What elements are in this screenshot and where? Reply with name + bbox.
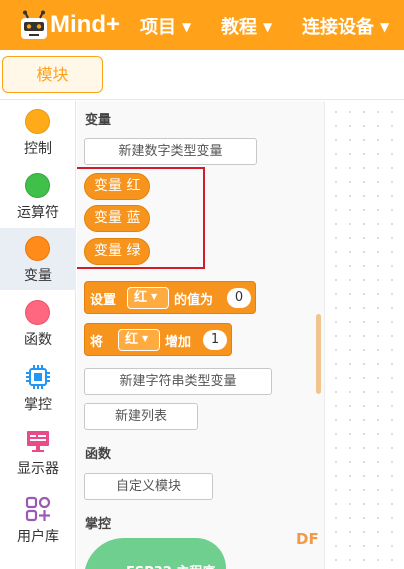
- category-label: 函数: [24, 332, 52, 348]
- block-palette: 变量 新建数字类型变量 变量 红 变量 蓝 变量 绿 设置 红 ▼ 的值为 0 将…: [77, 101, 324, 569]
- section-title-functions: 函数: [85, 447, 112, 462]
- top-menu-bar: Mind+ 项目 ▼ 教程 ▼ 连接设备 ▼: [0, 0, 404, 50]
- category-label: 掌控: [24, 397, 52, 413]
- control-dot-icon: [25, 109, 50, 134]
- esp32-main-program-block[interactable]: ESP32 主程序: [84, 538, 226, 569]
- menu-connect-device-label: 连接设备: [302, 17, 374, 38]
- section-title-controller: 掌控: [85, 517, 112, 532]
- caret-down-icon: ▼: [380, 20, 390, 34]
- category-display[interactable]: 显示器: [0, 421, 76, 483]
- category-label: 控制: [24, 141, 52, 157]
- mind-plus-logo[interactable]: Mind+: [16, 10, 122, 42]
- category-functions[interactable]: 函数: [0, 292, 76, 354]
- operators-dot-icon: [25, 173, 50, 198]
- variables-dot-icon: [25, 236, 50, 261]
- menu-project-label: 项目: [140, 17, 176, 38]
- category-controller[interactable]: 掌控: [0, 357, 76, 419]
- category-operators[interactable]: 运算符: [0, 165, 76, 227]
- new-number-variable-button[interactable]: 新建数字类型变量: [84, 138, 257, 165]
- variable-reporter-blue[interactable]: 变量 蓝: [84, 205, 151, 232]
- tab-blocks[interactable]: 模块: [2, 56, 103, 93]
- category-control[interactable]: 控制: [0, 101, 76, 163]
- chip-icon: [26, 365, 50, 389]
- caret-down-icon: ▼: [263, 20, 273, 34]
- change-block-prefix: 将: [90, 335, 104, 350]
- dropdown-caret-icon: ▼: [151, 292, 158, 301]
- section-title-variables: 变量: [85, 113, 112, 128]
- change-value-input[interactable]: 1: [203, 330, 227, 350]
- set-variable-block[interactable]: 设置 红 ▼ 的值为 0: [84, 281, 256, 314]
- variable-reporter-green[interactable]: 变量 绿: [84, 238, 151, 265]
- logo-text: Mind+: [50, 11, 120, 38]
- category-user-library[interactable]: 用户库: [0, 489, 76, 551]
- monitor-icon: [27, 431, 49, 452]
- hat-block-label: ESP32 主程序: [126, 561, 215, 569]
- make-a-block-button[interactable]: 自定义模块: [84, 473, 213, 500]
- category-label: 显示器: [17, 461, 59, 477]
- menu-tutorial[interactable]: 教程 ▼: [221, 13, 272, 39]
- script-canvas[interactable]: [324, 101, 404, 569]
- category-sidebar: 控制 运算符 变量 函数 掌控 显示器 用户库: [0, 101, 76, 569]
- set-block-suffix: 的值为: [174, 293, 214, 308]
- change-block-suffix: 增加: [165, 335, 192, 350]
- set-value-input[interactable]: 0: [227, 288, 251, 308]
- functions-dot-icon: [25, 300, 50, 325]
- new-list-button[interactable]: 新建列表: [84, 403, 198, 430]
- menu-project[interactable]: 项目 ▼: [140, 13, 191, 39]
- extensions-icon: [25, 496, 51, 522]
- menu-tutorial-label: 教程: [221, 17, 257, 38]
- tab-row: 模块: [0, 50, 404, 100]
- variable-dropdown[interactable]: 红 ▼: [118, 329, 160, 351]
- menu-connect-device[interactable]: 连接设备 ▼: [302, 13, 389, 39]
- category-label: 用户库: [17, 529, 59, 545]
- variable-dropdown[interactable]: 红 ▼: [127, 287, 169, 309]
- dropdown-caret-icon: ▼: [142, 334, 149, 343]
- dropdown-value: 红: [125, 332, 139, 347]
- category-label: 变量: [24, 268, 52, 284]
- variable-reporter-red[interactable]: 变量 红: [84, 173, 151, 200]
- new-string-variable-button[interactable]: 新建字符串类型变量: [84, 368, 272, 395]
- category-variables[interactable]: 变量: [0, 228, 76, 290]
- watermark: DF: [296, 530, 319, 548]
- category-label: 运算符: [17, 205, 59, 221]
- palette-scrollbar[interactable]: [316, 314, 321, 394]
- caret-down-icon: ▼: [182, 20, 192, 34]
- set-block-prefix: 设置: [90, 293, 117, 308]
- change-variable-block[interactable]: 将 红 ▼ 增加 1: [84, 323, 232, 356]
- dropdown-value: 红: [134, 290, 148, 305]
